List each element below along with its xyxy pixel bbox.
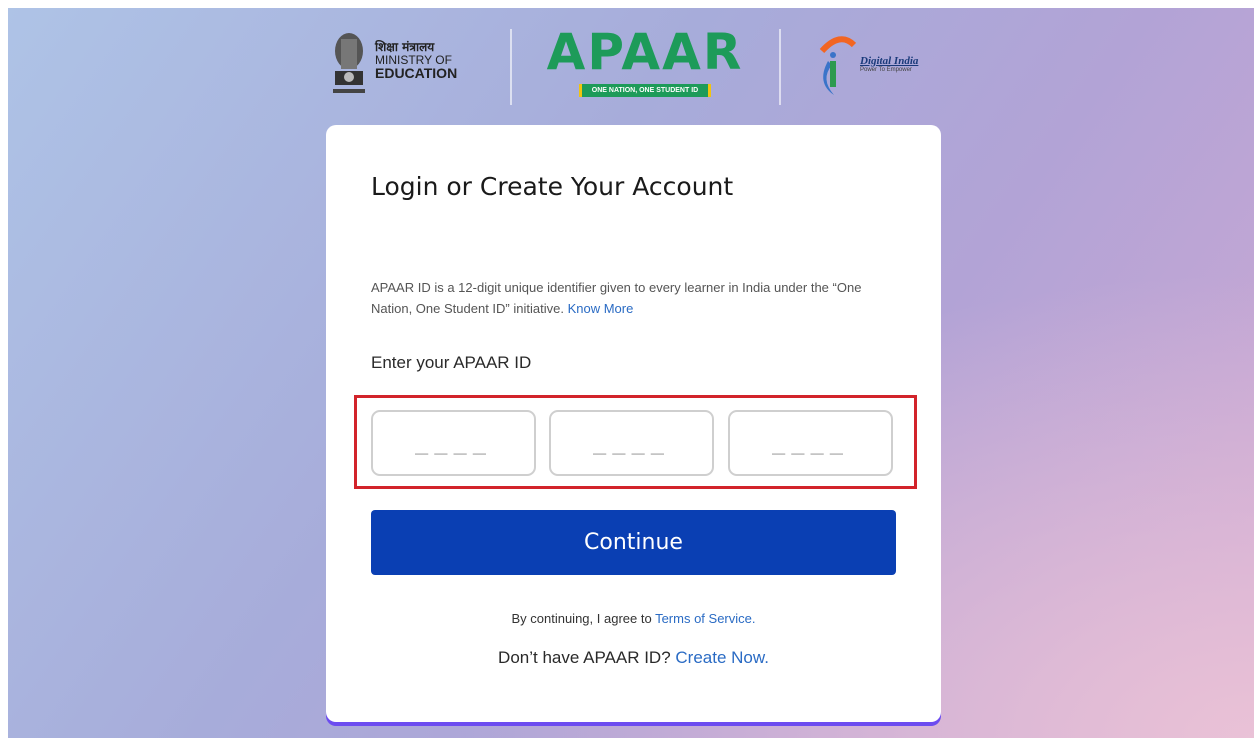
apaar-info-text: APAAR ID is a 12-digit unique identifier…: [371, 277, 891, 319]
know-more-link[interactable]: Know More: [568, 301, 634, 316]
apaar-id-segment-2[interactable]: [549, 410, 714, 476]
create-account-text: Don’t have APAAR ID? Create Now.: [326, 648, 941, 668]
digital-india-subtitle: Power To Empower: [860, 67, 912, 73]
create-prefix: Don’t have APAAR ID?: [498, 648, 671, 667]
moe-line3-text: EDUCATION: [375, 65, 458, 81]
logo-divider: [510, 29, 512, 105]
digital-india-title: Digital India: [860, 55, 919, 67]
login-card: Login or Create Your Account APAAR ID is…: [326, 125, 941, 722]
apaar-tagline: ONE NATION, ONE STUDENT ID: [578, 84, 712, 97]
logo-divider: [779, 29, 781, 105]
apaar-logo: APAAR ONE NATION, ONE STUDENT ID: [545, 25, 745, 105]
apaar-logo-word: APAAR: [546, 23, 744, 81]
apaar-id-segment-3[interactable]: [728, 410, 893, 476]
continue-button[interactable]: Continue: [371, 510, 896, 575]
terms-prefix: By continuing, I agree to: [511, 611, 652, 626]
digital-india-icon: [819, 36, 857, 95]
apaar-id-segment-1[interactable]: [371, 410, 536, 476]
apaar-id-label: Enter your APAAR ID: [371, 353, 532, 372]
national-emblem-icon: [333, 33, 365, 93]
ministry-of-education-logo: शिक्षा मंत्रालय MINISTRY OF EDUCATION: [327, 29, 492, 101]
terms-text: By continuing, I agree to Terms of Servi…: [326, 611, 941, 626]
create-now-link[interactable]: Create Now.: [675, 648, 769, 667]
terms-of-service-link[interactable]: Terms of Service.: [655, 611, 755, 626]
header-logos: शिक्षा मंत्रालय MINISTRY OF EDUCATION AP…: [327, 25, 967, 110]
digital-india-logo: Digital India Power To Empower: [812, 31, 972, 101]
page-title: Login or Create Your Account: [371, 172, 734, 201]
